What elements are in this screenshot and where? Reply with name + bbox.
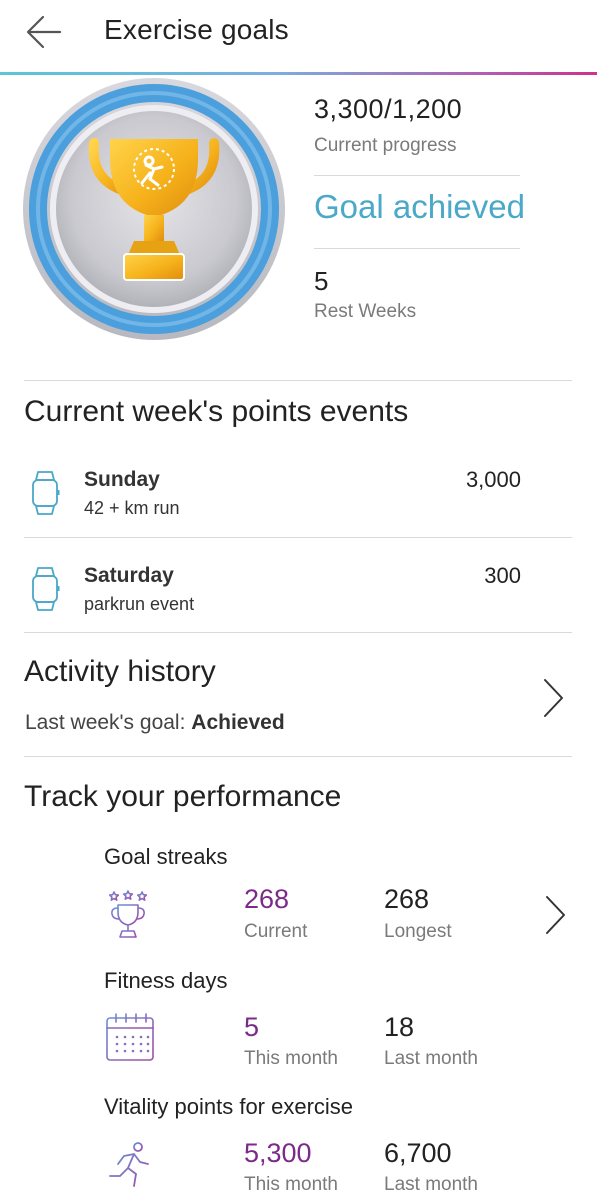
goal-streaks-title: Goal streaks — [104, 844, 228, 869]
event-description: parkrun event — [84, 594, 195, 614]
divider — [24, 756, 572, 757]
events-title: Current week's points events — [24, 395, 409, 428]
fitness-this-month-value: 5 — [244, 1012, 260, 1042]
vitality-points-title: Vitality points for exercise — [104, 1094, 354, 1119]
points-last-month-label: Last month — [384, 1174, 478, 1195]
last-week-goal-label: Last week's goal: — [25, 711, 186, 734]
event-points: 3,000 — [465, 467, 521, 492]
progress-target: 1,200 — [392, 94, 463, 124]
runner-icon — [104, 1140, 156, 1195]
page-title: Exercise goals — [104, 14, 289, 45]
header-divider — [0, 72, 597, 75]
points-this-month-label: This month — [244, 1174, 338, 1195]
progress-label: Current progress — [314, 135, 457, 156]
points-this-month-value: 5,300 — [244, 1138, 312, 1168]
rest-weeks-value: 5 — [314, 266, 329, 296]
streak-longest-value: 268 — [384, 884, 430, 914]
divider — [24, 380, 572, 381]
streak-longest-label: Longest — [384, 921, 452, 942]
watch-icon — [30, 566, 60, 617]
event-day: Saturday — [84, 564, 174, 587]
last-week-goal: Last week's goal: Achieved — [25, 711, 285, 735]
divider — [24, 537, 572, 538]
trophy-stars-icon — [106, 888, 150, 945]
points-last-month-value: 6,700 — [384, 1138, 452, 1168]
vitality-points-row: Vitality points for exercise 5,300 This … — [0, 1090, 597, 1200]
performance-title: Track your performance — [24, 780, 342, 813]
fitness-last-month-value: 18 — [384, 1012, 415, 1042]
goal-progress-value: 3,300/1,200 — [314, 94, 462, 125]
fitness-days-row: Fitness days 5 This month 18 Last month — [0, 964, 597, 1074]
back-arrow-icon — [26, 15, 62, 49]
rest-weeks-label: Rest Weeks — [314, 301, 417, 322]
divider — [314, 248, 520, 249]
goal-status: Goal achieved — [314, 188, 525, 225]
progress-separator: / — [384, 94, 393, 124]
fitness-days-title: Fitness days — [104, 968, 228, 993]
streak-current-value: 268 — [244, 884, 290, 914]
back-button[interactable] — [24, 14, 64, 50]
last-week-goal-value: Achieved — [191, 711, 285, 734]
activity-history-title: Activity history — [24, 655, 216, 688]
fitness-last-month-label: Last month — [384, 1048, 478, 1069]
divider — [314, 175, 520, 176]
watch-icon — [30, 470, 60, 521]
progress-current: 3,300 — [314, 94, 385, 124]
streak-current-label: Current — [244, 921, 308, 942]
goal-progress-ring — [22, 77, 286, 341]
event-points: 300 — [484, 563, 521, 588]
event-day: Sunday — [84, 468, 160, 491]
event-description: 42 + km run — [84, 498, 180, 518]
chevron-right-icon — [540, 677, 566, 724]
calendar-icon — [104, 1012, 156, 1069]
activity-history-row[interactable]: Activity history Last week's goal: Achie… — [0, 633, 597, 756]
fitness-this-month-label: This month — [244, 1048, 338, 1069]
chevron-right-icon — [542, 894, 568, 941]
goal-streaks-row[interactable]: Goal streaks 268 Current 268 Longest — [0, 836, 597, 956]
